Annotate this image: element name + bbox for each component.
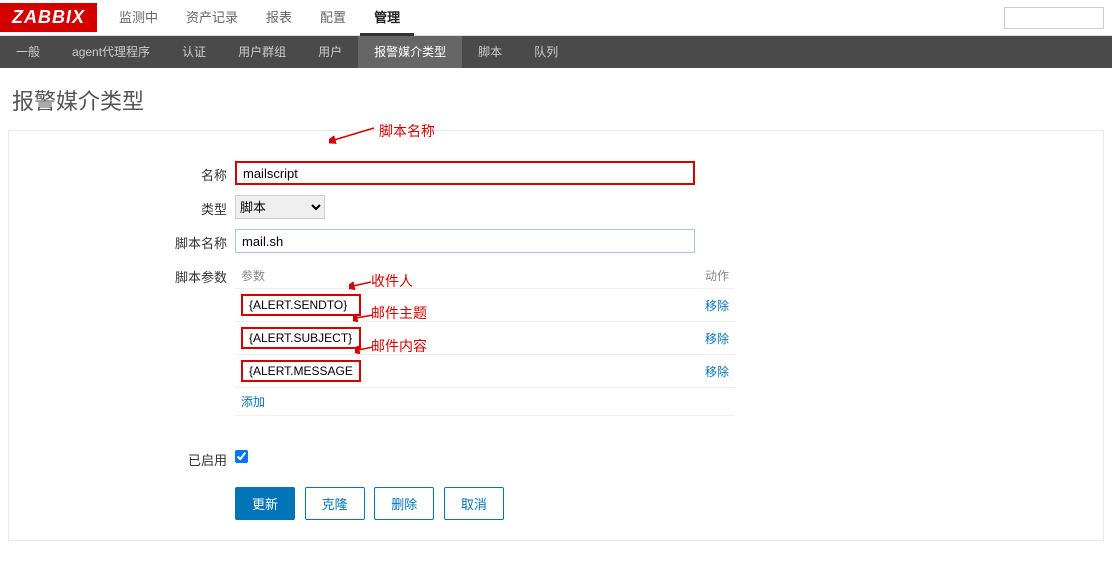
- params-header-action: 动作: [685, 263, 735, 289]
- params-header-param: 参数: [235, 263, 685, 289]
- form-card: 脚本名称 收件人 邮件主题 邮件内容 名称 类型 脚本 脚本名称 脚本参数: [8, 130, 1104, 541]
- param-input-sendto[interactable]: [241, 294, 361, 316]
- label-name: 名称: [25, 161, 235, 184]
- subnav-media-types[interactable]: 报警媒介类型: [358, 36, 462, 68]
- nav-administration[interactable]: 管理: [360, 0, 414, 36]
- nav-monitoring[interactable]: 监测中: [105, 0, 172, 36]
- subnav-scripts[interactable]: 脚本: [462, 36, 518, 68]
- name-input[interactable]: [235, 161, 695, 185]
- label-enabled: 已启用: [25, 446, 235, 469]
- type-select[interactable]: 脚本: [235, 195, 325, 219]
- nav-configuration[interactable]: 配置: [306, 0, 360, 36]
- param-input-subject[interactable]: [241, 327, 361, 349]
- header-search: [1004, 7, 1104, 29]
- clone-button[interactable]: 克隆: [305, 487, 365, 520]
- param-row: 移除: [235, 355, 735, 388]
- sub-nav: 一般 agent代理程序 认证 用户群组 用户 报警媒介类型 脚本 队列: [0, 36, 1112, 68]
- logo[interactable]: ZABBIX: [0, 3, 97, 32]
- remove-link[interactable]: 移除: [705, 332, 729, 346]
- header-bar: ZABBIX 监测中 资产记录 报表 配置 管理: [0, 0, 1112, 36]
- params-table: 参数 动作 移除 移除 移除: [235, 263, 735, 416]
- label-script-name: 脚本名称: [25, 229, 235, 252]
- button-row: 更新 克隆 删除 取消: [235, 487, 1087, 520]
- label-type: 类型: [25, 195, 235, 218]
- script-name-input[interactable]: [235, 229, 695, 253]
- remove-link[interactable]: 移除: [705, 365, 729, 379]
- subnav-proxies[interactable]: agent代理程序: [56, 36, 166, 68]
- nav-inventory[interactable]: 资产记录: [172, 0, 252, 36]
- search-input[interactable]: [1004, 7, 1104, 29]
- subnav-user-groups[interactable]: 用户群组: [222, 36, 302, 68]
- enabled-checkbox[interactable]: [235, 450, 248, 463]
- param-row: 移除: [235, 322, 735, 355]
- param-input-message[interactable]: [241, 360, 361, 382]
- cancel-button[interactable]: 取消: [444, 487, 504, 520]
- nav-reports[interactable]: 报表: [252, 0, 306, 36]
- top-nav: 监测中 资产记录 报表 配置 管理: [105, 0, 414, 36]
- subnav-users[interactable]: 用户: [302, 36, 358, 68]
- subnav-authentication[interactable]: 认证: [166, 36, 222, 68]
- remove-link[interactable]: 移除: [705, 299, 729, 313]
- page-title: 报警媒介类型: [0, 68, 1112, 130]
- param-row: 移除: [235, 289, 735, 322]
- subnav-queue[interactable]: 队列: [518, 36, 574, 68]
- add-link[interactable]: 添加: [241, 395, 265, 409]
- update-button[interactable]: 更新: [235, 487, 295, 520]
- delete-button[interactable]: 删除: [374, 487, 434, 520]
- subnav-general[interactable]: 一般: [0, 36, 56, 68]
- label-script-params: 脚本参数: [25, 263, 235, 286]
